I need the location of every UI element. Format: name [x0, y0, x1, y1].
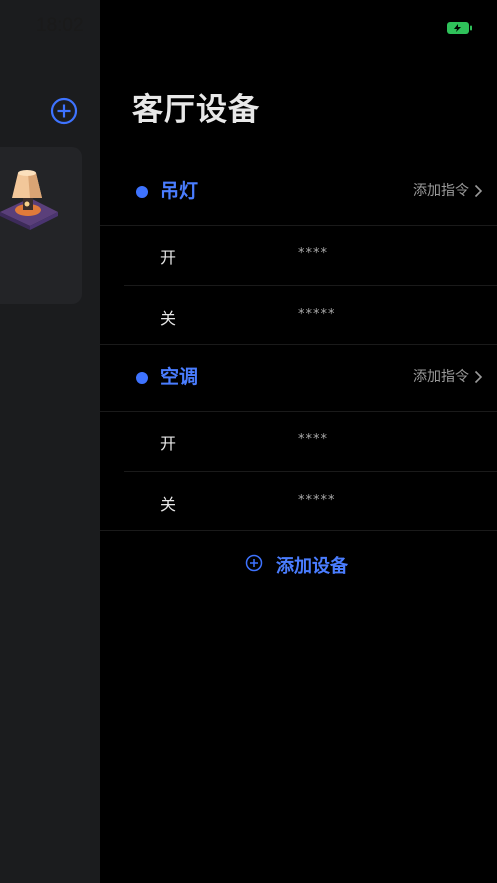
command-row[interactable]: 开 ****: [124, 225, 497, 284]
command-name: 关: [160, 309, 177, 328]
group-name: 吊灯: [160, 180, 199, 202]
command-name: 关: [160, 495, 177, 514]
group-dot: [136, 372, 148, 384]
add-command-link[interactable]: 添加指令: [413, 366, 469, 386]
status-time: 18:02: [36, 15, 84, 36]
command-code: ****: [298, 432, 328, 447]
chevron-right-icon: [474, 370, 483, 384]
command-code: *****: [298, 493, 336, 508]
add-device-label: 添加设备: [276, 556, 348, 577]
command-name: 开: [160, 248, 177, 267]
add-circle-icon: [245, 554, 263, 572]
command-row[interactable]: 关 *****: [124, 471, 497, 531]
add-circle-icon[interactable]: [50, 97, 78, 125]
device-group-header[interactable]: 吊灯 添加指令: [100, 159, 497, 225]
lamp-icon: [0, 170, 58, 230]
side-panel: 18:02: [0, 0, 100, 883]
group-name: 空调: [160, 366, 199, 388]
chevron-right-icon: [474, 184, 483, 198]
command-row[interactable]: 开 ****: [124, 411, 497, 470]
group-dot: [136, 186, 148, 198]
command-code: *****: [298, 307, 336, 322]
divider: [100, 530, 497, 531]
add-command-link[interactable]: 添加指令: [413, 180, 469, 200]
page-title: 客厅设备: [132, 92, 260, 128]
command-code: ****: [298, 246, 328, 261]
battery-icon: [447, 22, 472, 34]
device-group-header[interactable]: 空调 添加指令: [100, 345, 497, 411]
command-name: 开: [160, 434, 177, 453]
command-row[interactable]: 关 *****: [124, 285, 497, 345]
